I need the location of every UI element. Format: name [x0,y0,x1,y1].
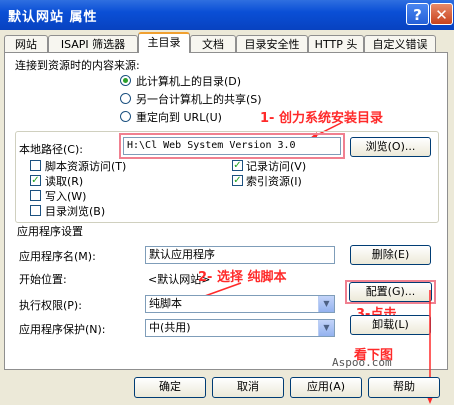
watermark: Aspoo.com [332,356,392,369]
app-protection-value: 中(共用) [149,321,191,334]
checkbox-directory-browse[interactable] [30,205,41,216]
help-button[interactable]: 帮助 [368,377,440,398]
exec-permissions-select[interactable]: 纯脚本 ▼ [145,295,335,313]
app-settings-title: 应用程序设置 [17,225,83,238]
tab-directory-security[interactable]: 目录安全性 [236,35,308,52]
local-path-label: 本地路径(C): [19,143,83,156]
tab-http-headers[interactable]: HTTP 头 [308,35,364,52]
config-button[interactable]: 配置(G)... [349,282,432,302]
tab-strip: 网站 ISAPI 筛选器 主目录 文档 目录安全性 HTTP 头 自定义错误 [0,31,454,53]
radio-network-share-label[interactable]: 另一台计算机上的共享(S) [136,91,262,107]
title-bar[interactable]: 默认网站 属性 ? ✕ [0,0,454,30]
checkbox-log-visits[interactable]: ✓ [232,160,243,171]
properties-dialog: 默认网站 属性 ? ✕ 网站 ISAPI 筛选器 主目录 文档 目录安全性 HT… [0,0,454,405]
checkbox-read-label[interactable]: 读取(R) [45,173,83,189]
checkbox-index-resource-label[interactable]: 索引资源(I) [246,173,302,189]
radio-network-share[interactable] [120,93,131,104]
close-button[interactable]: ✕ [430,3,453,25]
chevron-down-icon[interactable]: ▼ [318,296,334,312]
tab-home-directory[interactable]: 主目录 [138,32,190,53]
app-protection-select[interactable]: 中(共用) ▼ [145,319,335,337]
checkbox-directory-browse-label[interactable]: 目录浏览(B) [45,203,105,219]
app-name-input[interactable]: 默认应用程序 [145,246,335,264]
ok-button[interactable]: 确定 [134,377,206,398]
tab-website[interactable]: 网站 [4,35,48,52]
chevron-down-icon[interactable]: ▼ [318,320,334,336]
exec-permissions-label: 执行权限(P): [19,299,82,312]
checkbox-write[interactable] [30,190,41,201]
unload-button[interactable]: 卸载(L) [350,315,431,335]
local-path-input[interactable]: H:\Cl Web System Version 3.0 [123,137,341,155]
checkbox-read[interactable]: ✓ [30,175,41,186]
checkbox-script-source[interactable] [30,160,41,171]
cancel-button[interactable]: 取消 [212,377,284,398]
radio-local-directory-label[interactable]: 此计算机上的目录(D) [136,73,241,89]
content-source-prompt: 连接到资源时的内容来源: [15,59,140,72]
checkbox-index-resource[interactable]: ✓ [232,175,243,186]
radio-redirect-url-label[interactable]: 重定向到 URL(U) [136,109,222,125]
tab-custom-errors[interactable]: 自定义错误 [364,35,436,52]
checkbox-write-label[interactable]: 写入(W) [45,188,86,204]
help-title-button[interactable]: ? [406,3,429,25]
delete-button[interactable]: 删除(E) [350,245,431,265]
app-protection-label: 应用程序保护(N): [19,323,106,336]
exec-permissions-value: 纯脚本 [149,297,182,310]
browse-button[interactable]: 浏览(O)... [350,137,431,157]
start-location-label: 开始位置: [19,273,67,286]
tab-isapi-filters[interactable]: ISAPI 筛选器 [48,35,138,52]
apply-button[interactable]: 应用(A) [290,377,362,398]
tab-documents[interactable]: 文档 [190,35,236,52]
radio-local-directory[interactable] [120,75,131,86]
radio-redirect-url[interactable] [120,111,131,122]
checkbox-script-source-label[interactable]: 脚本资源访问(T) [45,158,126,174]
app-name-label: 应用程序名(M): [19,250,96,263]
home-directory-panel: 连接到资源时的内容来源: 此计算机上的目录(D) 另一台计算机上的共享(S) 重… [4,52,448,370]
checkbox-log-visits-label[interactable]: 记录访问(V) [246,158,306,174]
window-title: 默认网站 属性 [8,10,98,25]
